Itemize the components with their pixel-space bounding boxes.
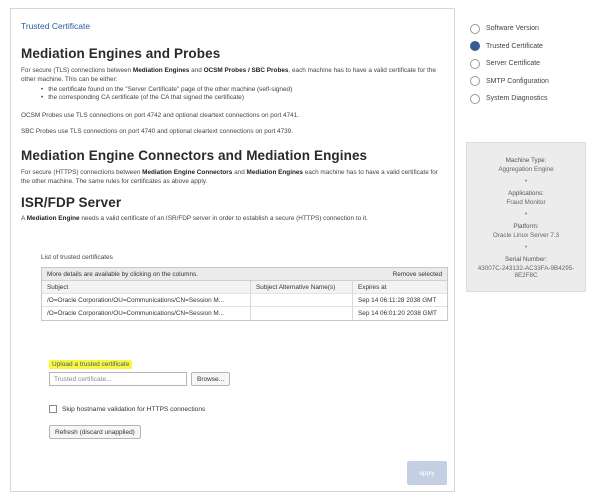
cell-subject: /O=Oracle Corporation/OU=Communications/… bbox=[47, 296, 225, 304]
trusted-cert-table: More details are available by clicking o… bbox=[41, 267, 448, 321]
serial-number-line1: 43007C-243132-AC33FA-9B4295- bbox=[477, 265, 575, 272]
browse-button[interactable]: Browse... bbox=[191, 372, 231, 386]
nav-item-server-certificate[interactable]: Server Certificate bbox=[470, 55, 549, 73]
list-item: the certificate found on the "Server Cer… bbox=[41, 86, 292, 94]
machine-info-box: Machine Type: Aggregation Engine • Appli… bbox=[466, 142, 586, 292]
machine-type-value: Aggregation Engine bbox=[498, 166, 554, 173]
certificate-options-list: the certificate found on the "Server Cer… bbox=[41, 86, 292, 103]
section3-text: A Mediation Engine needs a valid certifi… bbox=[21, 215, 368, 222]
nav-item-label: Software Version bbox=[486, 25, 539, 33]
table-toolbar: More details are available by clicking o… bbox=[42, 268, 447, 281]
column-header-san[interactable]: Subject Alternative Name(s) bbox=[250, 281, 352, 293]
nav-item-software-version[interactable]: Software Version bbox=[470, 20, 549, 38]
upload-trusted-certificate-link[interactable]: Upload a trusted certificate bbox=[49, 360, 133, 369]
skip-hostname-checkbox[interactable] bbox=[49, 405, 57, 413]
refresh-button[interactable]: Refresh (discard unapplied) bbox=[49, 425, 141, 439]
cell-expires: Sep 14 06:11:28 2038 GMT bbox=[352, 294, 447, 306]
nav-item-label: Trusted Certificate bbox=[486, 42, 543, 50]
cell-san bbox=[250, 294, 352, 306]
radio-icon[interactable] bbox=[470, 23, 480, 34]
nav-item-label: SMTP Configuration bbox=[486, 77, 549, 85]
main-panel: Trusted Certificate Mediation Engines an… bbox=[10, 8, 455, 492]
column-header-subject[interactable]: Subject bbox=[42, 284, 250, 291]
cell-expires: Sep 14 06:01:20 2038 GMT bbox=[352, 307, 447, 320]
cell-subject: /O=Oracle Corporation/OU=Communications/… bbox=[47, 310, 225, 317]
applications-value: Fraud Monitor bbox=[506, 199, 546, 206]
apply-button[interactable]: apply bbox=[407, 461, 447, 485]
section-title-isr-fdp: ISR/FDP Server bbox=[21, 195, 122, 210]
nav-item-trusted-certificate[interactable]: Trusted Certificate bbox=[470, 38, 549, 56]
separator: • bbox=[524, 178, 528, 185]
table-hint: More details are available by clicking o… bbox=[47, 270, 198, 278]
table-row[interactable]: /O=Oracle Corporation/OU=Communications/… bbox=[42, 294, 447, 307]
sbc-port-note: SBC Probes use TLS connections on port 4… bbox=[21, 128, 294, 135]
list-item: the corresponding CA certificate (of the… bbox=[41, 94, 292, 102]
cell-san bbox=[250, 307, 352, 320]
nav-item-label: Server Certificate bbox=[486, 60, 541, 68]
platform-value: Oracle Linux Server 7.3 bbox=[492, 232, 560, 239]
breadcrumb[interactable]: Trusted Certificate bbox=[21, 21, 90, 31]
separator: • bbox=[524, 211, 528, 218]
serial-number-line2: 8E2F8C bbox=[514, 272, 538, 279]
remove-selected-button[interactable]: Remove selected bbox=[393, 271, 442, 278]
nav-item-system-diagnostics[interactable]: System Diagnostics bbox=[470, 90, 549, 108]
table-header: Subject Subject Alternative Name(s) Expi… bbox=[42, 281, 447, 294]
cert-list-label: List of trusted certificates bbox=[41, 254, 113, 261]
settings-nav: Software Version Trusted Certificate Ser… bbox=[470, 20, 549, 108]
skip-hostname-label: Skip hostname validation for HTTPS conne… bbox=[62, 405, 206, 413]
radio-selected-icon[interactable] bbox=[470, 41, 480, 52]
nav-item-label: System Diagnostics bbox=[486, 95, 548, 103]
platform-label: Platform: bbox=[513, 223, 539, 230]
machine-type-label: Machine Type: bbox=[505, 157, 547, 164]
column-header-expires[interactable]: Expires at bbox=[352, 281, 447, 293]
radio-icon[interactable] bbox=[470, 93, 480, 104]
applications-label: Applications: bbox=[508, 190, 544, 197]
section2-text: For secure (HTTPS) connections between M… bbox=[21, 169, 438, 185]
ocsm-port-note: OCSM Probes use TLS connections on port … bbox=[21, 112, 300, 119]
section-title-connectors: Mediation Engine Connectors and Mediatio… bbox=[21, 148, 368, 163]
radio-icon[interactable] bbox=[470, 58, 480, 69]
section1-intro: For secure (TLS) connections between Med… bbox=[21, 67, 436, 83]
skip-hostname-validation-row[interactable]: Skip hostname validation for HTTPS conne… bbox=[49, 405, 205, 413]
nav-item-smtp-configuration[interactable]: SMTP Configuration bbox=[470, 73, 549, 91]
radio-icon[interactable] bbox=[470, 76, 480, 87]
separator: • bbox=[524, 244, 528, 251]
table-row[interactable]: /O=Oracle Corporation/OU=Communications/… bbox=[42, 307, 447, 320]
trusted-certificate-input[interactable] bbox=[49, 372, 187, 386]
section-title-mediation-engines-probes: Mediation Engines and Probes bbox=[21, 46, 221, 61]
serial-number-label: Serial Number: bbox=[505, 256, 547, 263]
